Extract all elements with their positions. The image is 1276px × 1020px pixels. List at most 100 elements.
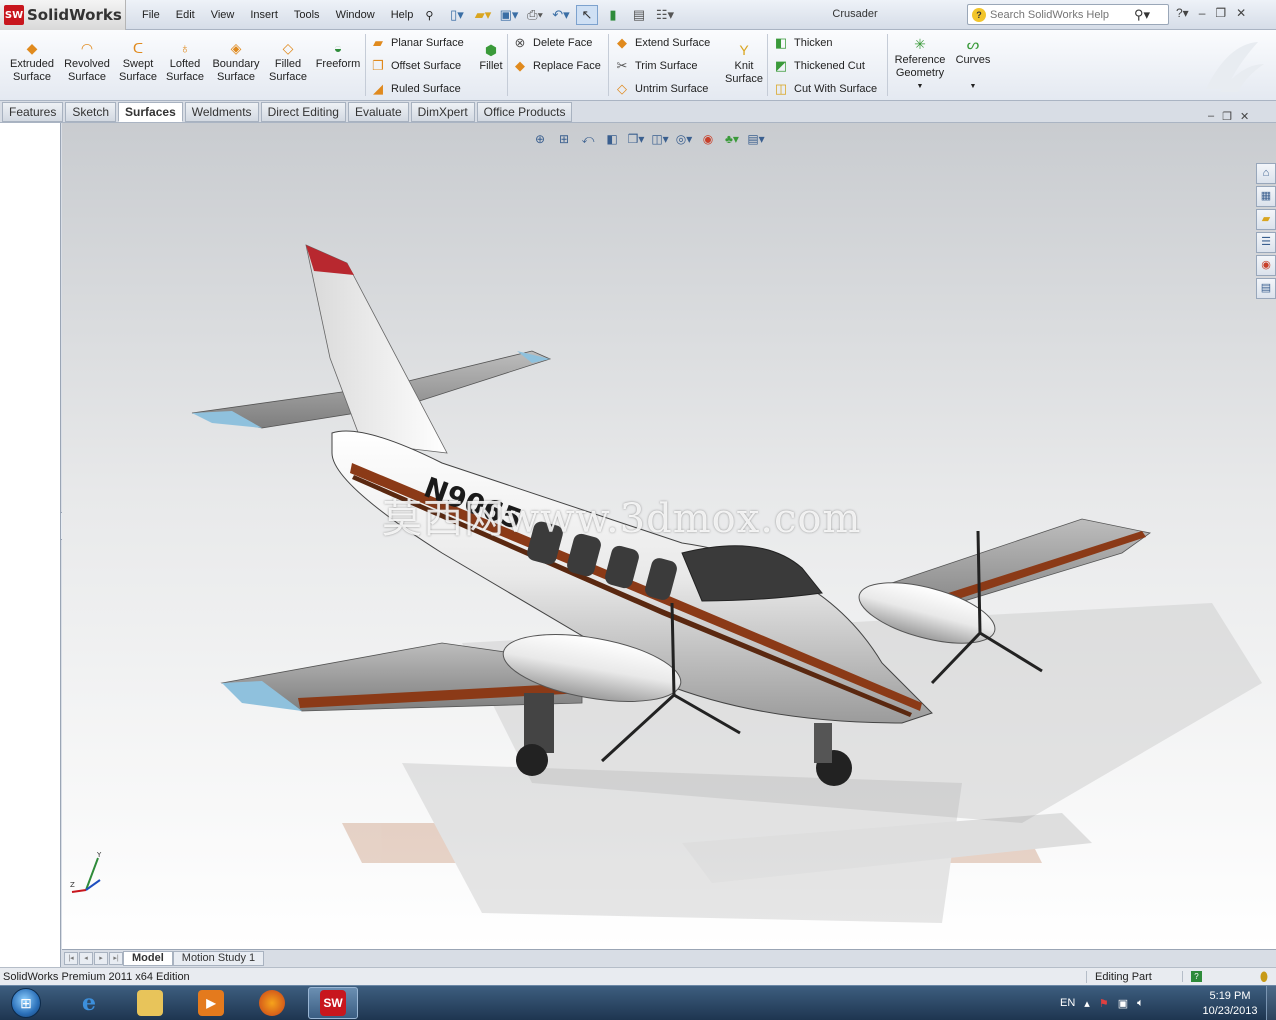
command-manager: ◆ Extruded Surface ◠ Revolved Surface ᑕ … — [0, 30, 1276, 101]
select-icon[interactable]: ↖ — [576, 5, 598, 25]
tab-direct-editing[interactable]: Direct Editing — [260, 102, 346, 122]
dropdown-arrow-icon[interactable]: ▼ — [953, 80, 993, 93]
volume-icon[interactable]: 🔈︎ — [1137, 997, 1144, 1010]
tray-expand-icon[interactable]: ▴ — [1084, 997, 1090, 1010]
search-box[interactable]: ? ⚲▾ — [967, 4, 1169, 25]
open-icon[interactable]: ▰▾ — [472, 5, 494, 25]
new-document-icon[interactable]: ▯▾ — [446, 5, 468, 25]
menu-view[interactable]: View — [203, 9, 243, 21]
dropdown-arrow-icon[interactable]: ▼ — [892, 80, 948, 93]
knit-surface-button[interactable]: Y Knit Surface — [722, 42, 766, 86]
revolved-surface-button[interactable]: ◠ Revolved Surface — [62, 40, 112, 84]
section-view-icon[interactable]: ◧ — [602, 131, 622, 147]
help-menu-icon[interactable]: ?▾ — [1176, 6, 1189, 20]
apply-scene-icon[interactable]: ♣▾ — [722, 131, 742, 147]
menu-help[interactable]: Help — [383, 9, 422, 21]
status-help[interactable]: ? — [1182, 971, 1252, 982]
action-center-icon[interactable]: ⚑ — [1099, 997, 1109, 1010]
extend-surface-button[interactable]: ◆ Extend Surface — [614, 35, 710, 51]
tab-surfaces[interactable]: Surfaces — [118, 102, 183, 122]
freeform-button[interactable]: ◒ Freeform — [314, 40, 362, 71]
zoom-area-icon[interactable]: ⊞ — [554, 131, 574, 147]
swept-surface-button[interactable]: ᑕ Swept Surface — [117, 40, 159, 84]
curves-button[interactable]: ᔕ Curves ▼ — [953, 36, 993, 93]
taskbar-explorer[interactable] — [125, 987, 175, 1019]
taskbar-media-player[interactable]: ▶ — [186, 987, 236, 1019]
menu-edit[interactable]: Edit — [168, 9, 203, 21]
previous-view-icon[interactable]: ⤺ — [578, 131, 598, 147]
boundary-surface-button[interactable]: ◈ Boundary Surface — [210, 40, 262, 84]
taskbar-clock[interactable]: 5:19 PM 10/23/2013 — [1196, 989, 1264, 1019]
options-icon[interactable]: ☷▾ — [654, 5, 676, 25]
menu-insert[interactable]: Insert — [242, 9, 286, 21]
minimize-icon[interactable]: – — [1199, 6, 1206, 20]
reference-geometry-icon: ✳ — [914, 36, 926, 52]
search-input[interactable] — [990, 8, 1130, 21]
display-style-icon[interactable]: ◫▾ — [650, 131, 670, 147]
restore-icon[interactable]: ❐ — [1215, 6, 1226, 20]
zoom-to-fit-icon[interactable]: ⊕ — [530, 131, 550, 147]
prev-tab-icon[interactable]: ◂ — [79, 951, 93, 965]
delete-face-button[interactable]: ⊗ Delete Face — [512, 35, 593, 51]
taskbar-solidworks[interactable]: SW — [308, 987, 358, 1019]
design-library-icon[interactable]: ▦ — [1256, 186, 1276, 207]
thicken-button[interactable]: ◧ Thicken — [773, 35, 833, 51]
cut-with-surface-button[interactable]: ◫ Cut With Surface — [773, 81, 877, 97]
close-icon[interactable]: ✕ — [1236, 6, 1246, 20]
save-icon[interactable]: ▣▾ — [498, 5, 520, 25]
pin-icon[interactable]: ⚲ — [421, 9, 437, 22]
menu-file[interactable]: File — [134, 9, 168, 21]
view-orientation-icon[interactable]: ❒▾ — [626, 131, 646, 147]
rebuild-status-icon[interactable]: ⬮ — [1252, 969, 1276, 985]
last-tab-icon[interactable]: ▸| — [109, 951, 123, 965]
undo-icon[interactable]: ↶▾ — [550, 5, 572, 25]
untrim-surface-button[interactable]: ◇ Untrim Surface — [614, 81, 708, 97]
edit-appearance-icon[interactable]: ◉ — [698, 131, 718, 147]
restore-icon[interactable]: ❐ — [1222, 110, 1232, 123]
view-settings-icon[interactable]: ▤▾ — [746, 131, 766, 147]
feature-manager-panel[interactable] — [0, 123, 61, 967]
trim-surface-button[interactable]: ✂ Trim Surface — [614, 58, 698, 74]
language-indicator[interactable]: EN — [1060, 997, 1075, 1009]
tab-dimxpert[interactable]: DimXpert — [410, 102, 475, 122]
print-icon[interactable]: ⎙▾ — [524, 5, 546, 25]
file-explorer-icon[interactable]: ▰ — [1256, 209, 1276, 230]
planar-surface-button[interactable]: ▰ Planar Surface — [370, 35, 464, 51]
view-palette-icon[interactable]: ☰ — [1256, 232, 1276, 253]
next-tab-icon[interactable]: ▸ — [94, 951, 108, 965]
hide-show-icon[interactable]: ◎▾ — [674, 131, 694, 147]
network-icon[interactable]: ▣ — [1118, 997, 1128, 1010]
search-icon[interactable]: ⚲▾ — [1134, 7, 1150, 23]
ruled-surface-button[interactable]: ◢ Ruled Surface — [370, 81, 461, 97]
filled-surface-button[interactable]: ◇ Filled Surface — [266, 40, 310, 84]
tab-sketch[interactable]: Sketch — [65, 102, 117, 122]
tab-office-products[interactable]: Office Products — [476, 102, 573, 122]
taskbar-firefox[interactable] — [247, 987, 297, 1019]
offset-surface-button[interactable]: ❐ Offset Surface — [370, 58, 461, 74]
lofted-surface-button[interactable]: ♁ Lofted Surface — [164, 40, 206, 84]
tab-motion-study[interactable]: Motion Study 1 — [172, 950, 265, 966]
minimize-icon[interactable]: – — [1208, 110, 1214, 123]
extruded-surface-button[interactable]: ◆ Extruded Surface — [8, 40, 56, 84]
tab-weldments[interactable]: Weldments — [184, 102, 259, 122]
fillet-button[interactable]: ⬢ Fillet — [476, 42, 506, 73]
appearances-icon[interactable]: ◉ — [1256, 255, 1276, 276]
tab-model[interactable]: Model — [123, 950, 173, 966]
reference-geometry-button[interactable]: ✳ Reference Geometry ▼ — [892, 36, 948, 93]
custom-properties-icon[interactable]: ▤ — [1256, 278, 1276, 299]
close-icon[interactable]: ✕ — [1240, 110, 1249, 123]
start-button[interactable]: ⊞ — [4, 986, 48, 1020]
show-desktop-button[interactable] — [1266, 986, 1276, 1020]
taskbar-ie[interactable]: e — [64, 987, 114, 1019]
home-icon[interactable]: ⌂ — [1256, 163, 1276, 184]
menu-tools[interactable]: Tools — [286, 9, 328, 21]
tab-evaluate[interactable]: Evaluate — [347, 102, 409, 122]
file-properties-icon[interactable]: ▤ — [628, 5, 650, 25]
solidworks-logo[interactable]: SW SolidWorks — [0, 0, 126, 30]
thickened-cut-button[interactable]: ◩ Thickened Cut — [773, 58, 865, 74]
menu-window[interactable]: Window — [328, 9, 383, 21]
replace-face-button[interactable]: ◆ Replace Face — [512, 58, 601, 74]
first-tab-icon[interactable]: |◂ — [64, 951, 78, 965]
rebuild-icon[interactable]: ▮ — [602, 5, 624, 25]
tab-features[interactable]: Features — [2, 102, 64, 122]
